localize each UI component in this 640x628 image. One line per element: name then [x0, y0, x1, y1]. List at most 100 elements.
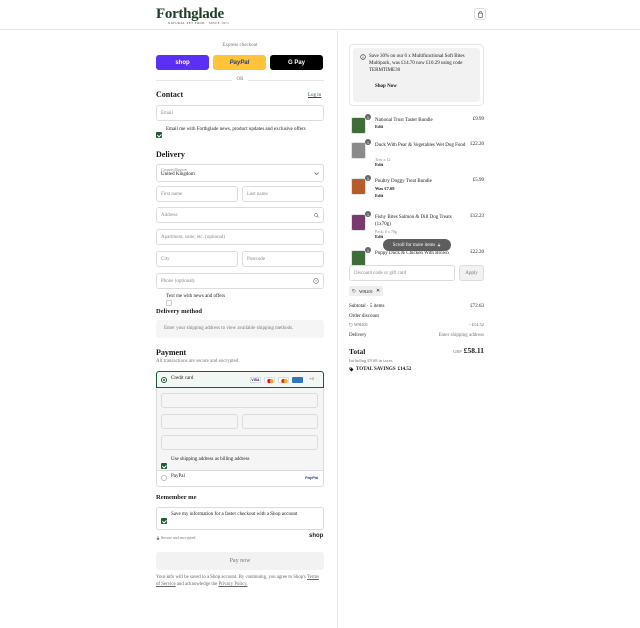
item-price: £12.23 — [470, 214, 484, 219]
or-label: OR — [236, 77, 244, 82]
news-label: Email me with Forthglade news, product u… — [166, 127, 306, 132]
item-was-price: Was £7.69 — [375, 186, 395, 191]
address-field[interactable]: Address — [156, 207, 324, 223]
postcode-field[interactable]: Postcode — [242, 251, 324, 267]
visa-icon: VISA — [250, 377, 261, 383]
item-name: National Trust Taster Bundle — [375, 118, 433, 123]
product-thumbnail — [351, 178, 366, 195]
country-value: United Kingdom — [161, 172, 195, 177]
text-me-label: Text me with news and offers — [166, 294, 226, 299]
tag-icon — [349, 323, 353, 327]
paypal-radio[interactable] — [161, 475, 167, 481]
product-thumbnail — [351, 214, 366, 231]
product-thumbnail — [351, 117, 366, 134]
scroll-hint-pill[interactable]: Scroll for more items — [383, 239, 451, 251]
bag-icon[interactable] — [474, 8, 486, 20]
chevron-down-icon — [314, 172, 319, 175]
remove-code-icon[interactable]: ✕ — [376, 288, 380, 294]
delivery-title: Delivery — [156, 150, 185, 159]
card-cvv-field[interactable] — [242, 414, 318, 429]
apartment-field[interactable]: Apartment, suite, etc. (optional) — [156, 229, 324, 245]
item-name: Puppy Duck & Chicken With Brown — [375, 251, 449, 256]
card-expiry-field[interactable] — [161, 414, 238, 429]
more-cards-badge: +4 — [309, 376, 314, 381]
total-savings: TOTAL SAVINGS £14.52 — [349, 367, 411, 372]
country-select[interactable]: Country/Region United Kingdom — [156, 164, 324, 182]
discount-code-row: WB201 - £14.52 — [349, 322, 484, 327]
mastercard-icon — [264, 377, 275, 383]
divider-left — [156, 80, 232, 81]
shop-pay-button[interactable]: shop — [156, 55, 209, 70]
paypal-logo: PayPal — [305, 475, 319, 480]
item-name: Poultry Doggy Treat Bundle — [375, 179, 432, 184]
delivery-row: Delivery Enter shipping address — [349, 333, 484, 338]
city-field[interactable]: City — [156, 251, 238, 267]
maestro-icon — [278, 377, 289, 383]
divider-right — [248, 80, 324, 81]
login-link[interactable]: Log in — [308, 93, 321, 98]
delivery-method-message: Enter your shipping address to view avai… — [156, 320, 324, 338]
amex-icon — [292, 377, 303, 383]
remember-title: Remember me — [156, 494, 197, 501]
item-edit-link[interactable]: Edit — [375, 193, 383, 198]
arrow-down-icon — [437, 243, 441, 247]
delivery-method-title: Delivery method — [156, 308, 203, 315]
paypal-button[interactable]: PayPal — [213, 55, 266, 70]
google-pay-button[interactable]: G Pay — [270, 55, 323, 70]
svg-text:?: ? — [315, 280, 317, 284]
logo-tagline: NATURAL PET FOOD · SINCE 1971 — [168, 21, 230, 25]
quantity-badge: 1 — [365, 139, 371, 145]
subtotal-row: Subtotal · 5 items £72.63 — [349, 304, 484, 309]
billing-label: Use shipping address as billing address — [171, 457, 250, 462]
info-icon — [360, 54, 366, 60]
shop-now-button[interactable]: Shop Now — [375, 84, 397, 89]
item-edit-link[interactable]: Edit — [375, 124, 383, 129]
item-variant: Pack: 6 x 70g — [375, 229, 397, 234]
item-edit-link[interactable]: Edit — [375, 162, 383, 167]
news-checkbox[interactable] — [156, 126, 162, 144]
item-name: Duck With Pear & Vegetables Wet Dog Food — [375, 143, 466, 148]
quantity-badge: 1 — [365, 114, 371, 120]
apply-button[interactable]: Apply — [459, 265, 484, 281]
item-price: £22.20 — [470, 250, 484, 255]
header: Forthglade NATURAL PET FOOD · SINCE 1971 — [0, 0, 640, 30]
quantity-badge: 1 — [365, 247, 371, 253]
quantity-badge: 1 — [365, 175, 371, 181]
save-info-label: Save my information for a faster checkou… — [171, 512, 298, 517]
phone-field[interactable]: Phone (optional) ? — [156, 273, 324, 289]
promo-text: Save 30% on our 6 x Multifunctional Soft… — [369, 54, 465, 73]
save-info-checkbox[interactable] — [161, 512, 167, 530]
taxes-label: Including £9.68 in taxes — [349, 358, 393, 363]
quantity-badge: 1 — [365, 211, 371, 217]
privacy-link[interactable]: Privacy Policy. — [219, 582, 248, 587]
pay-now-button[interactable]: Pay now — [156, 552, 324, 570]
payment-subtitle: All transactions are secure and encrypte… — [156, 359, 240, 364]
item-price: £5.99 — [472, 178, 484, 183]
first-name-field[interactable]: First name — [156, 186, 238, 202]
search-icon — [314, 213, 319, 218]
order-discount-row: Order discount — [349, 314, 379, 319]
item-name: Fishy Bites Salmon & Dill Dog Treats (1x… — [375, 215, 452, 227]
express-checkout-label: Express checkout — [222, 43, 258, 48]
credit-card-radio[interactable] — [161, 377, 167, 383]
card-name-field[interactable] — [161, 435, 318, 450]
item-edit-link[interactable]: Edit — [375, 234, 383, 239]
discount-code-field[interactable]: Discount code or gift card — [349, 265, 455, 281]
last-name-field[interactable]: Last name — [242, 186, 324, 202]
contact-title: Contact — [156, 90, 184, 99]
lock-icon — [156, 536, 160, 540]
discount-tag: WB201 ✕ — [349, 286, 384, 296]
total-value: £58.11 — [463, 346, 484, 355]
card-number-field[interactable] — [161, 393, 318, 408]
item-price: £9.99 — [472, 117, 484, 122]
credit-card-label: Credit card — [171, 376, 194, 381]
email-field[interactable]: Email — [156, 105, 324, 121]
paypal-label: PayPal — [171, 474, 185, 479]
tag-icon — [349, 367, 354, 372]
shop-logo: shop — [309, 533, 324, 539]
help-icon[interactable]: ? — [313, 278, 319, 284]
item-variant: Tray x 12 — [375, 157, 391, 162]
item-price: £22.20 — [470, 142, 484, 147]
total-label: Total — [349, 347, 366, 356]
footer-text: Your info will be saved to a Shop accoun… — [156, 575, 319, 587]
